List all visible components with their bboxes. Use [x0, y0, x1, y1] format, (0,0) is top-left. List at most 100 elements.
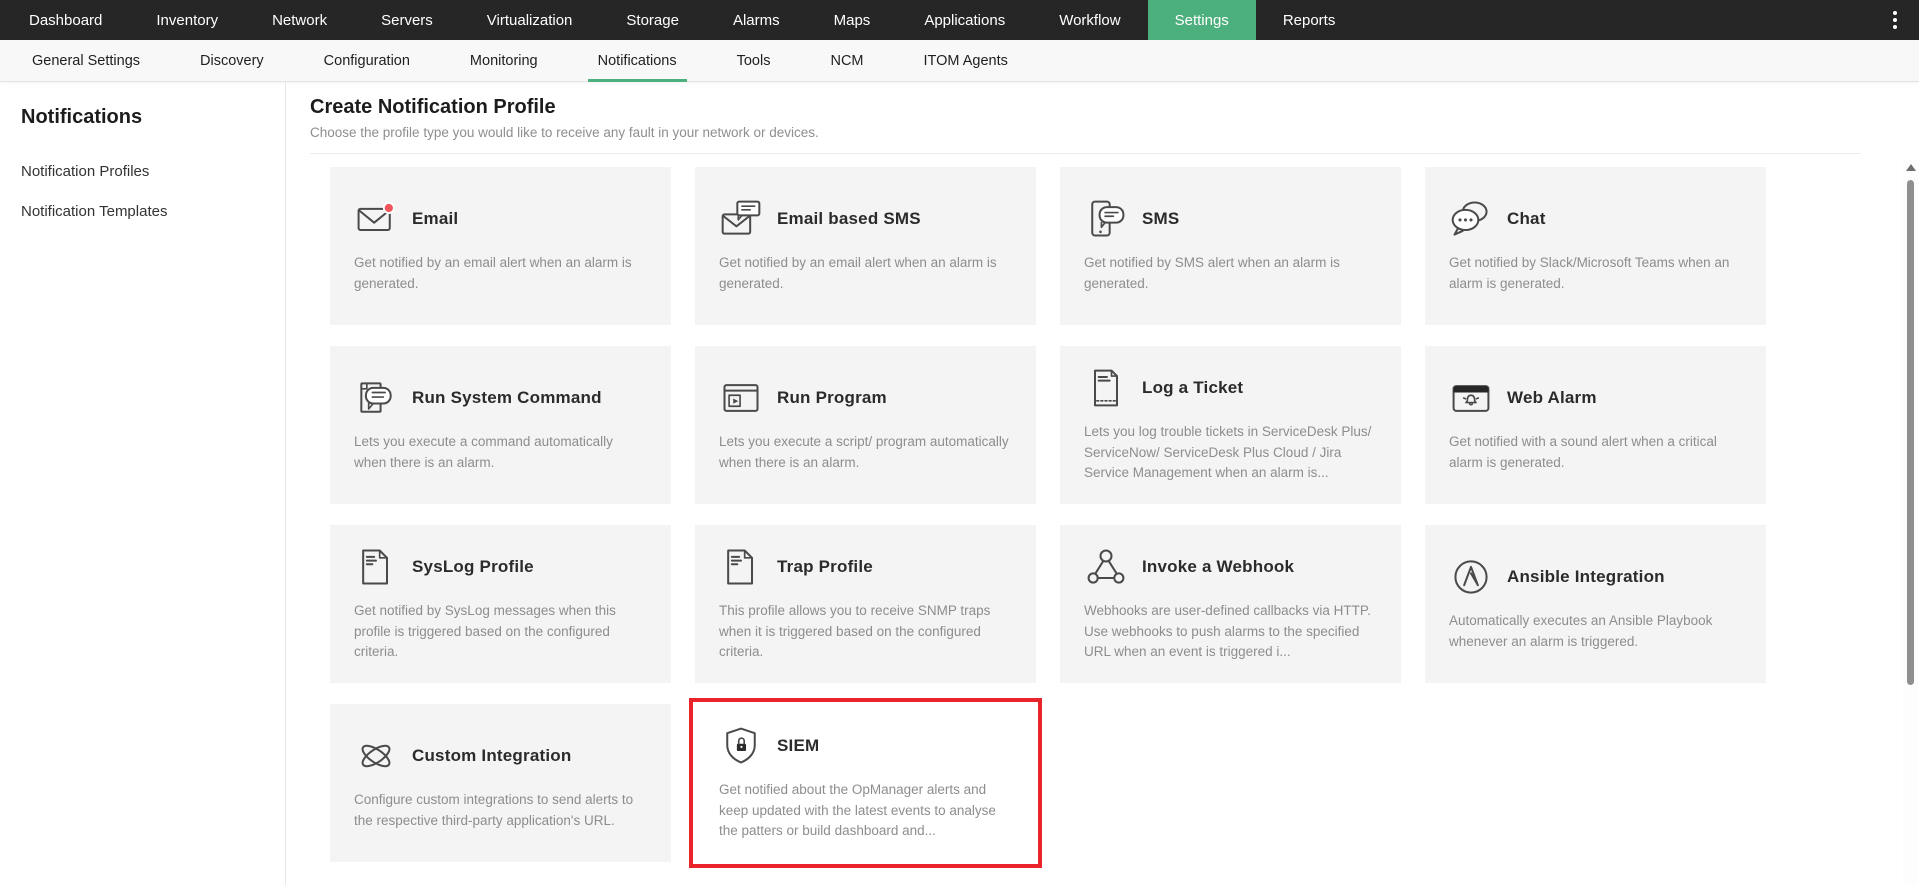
- top-nav-item-workflow[interactable]: Workflow: [1032, 0, 1147, 40]
- card-header: SysLog Profile: [354, 545, 647, 589]
- card-sms[interactable]: SMS Get notified by SMS alert when an al…: [1060, 167, 1401, 325]
- top-nav-item-applications[interactable]: Applications: [897, 0, 1032, 40]
- sub-nav-item-itom-agents[interactable]: ITOM Agents: [894, 40, 1038, 81]
- sms-icon: [1091, 200, 1125, 237]
- top-nav-item-storage[interactable]: Storage: [599, 0, 706, 40]
- scroll-up-arrow-icon[interactable]: [1905, 164, 1916, 171]
- card-chat[interactable]: Chat Get notified by Slack/Microsoft Tea…: [1425, 167, 1766, 325]
- card-description: Lets you execute a script/ program autom…: [719, 434, 1009, 470]
- card-siem[interactable]: SIEM Get notified about the OpManager al…: [689, 698, 1042, 868]
- card-header: Chat: [1449, 197, 1742, 241]
- card-description: Get notified by Slack/Microsoft Teams wh…: [1449, 255, 1730, 291]
- notifications-sidebar: Notifications Notification Profiles Noti…: [0, 82, 286, 885]
- card-run-program[interactable]: Run Program Lets you execute a script/ p…: [695, 346, 1036, 504]
- log-ticket-icon: [1093, 369, 1119, 407]
- card-header: Run Program: [719, 376, 1012, 420]
- card-description: Lets you log trouble tickets in ServiceD…: [1084, 423, 1372, 481]
- trap-icon: [727, 549, 754, 585]
- top-nav-item-label: Inventory: [156, 11, 219, 29]
- top-nav-item-label: Reports: [1282, 11, 1336, 29]
- content-layout: Notifications Notification Profiles Noti…: [0, 82, 1919, 885]
- sub-nav-item-label: Discovery: [200, 52, 264, 69]
- top-nav-item-label: Applications: [924, 11, 1006, 29]
- scrollbar-thumb[interactable]: [1907, 180, 1914, 685]
- top-nav-item-label: Maps: [833, 11, 871, 29]
- page-subtitle: Choose the profile type you would like t…: [310, 125, 819, 140]
- sub-nav-item-discovery[interactable]: Discovery: [170, 40, 294, 81]
- card-description: Get notified by an email alert when an a…: [354, 255, 632, 291]
- card-description: Get notified with a sound alert when a c…: [1449, 434, 1717, 470]
- syslog-icon: [362, 549, 389, 585]
- top-nav-item-label: Dashboard: [29, 11, 103, 29]
- page-title: Create Notification Profile: [310, 96, 556, 118]
- top-nav-item-reports[interactable]: Reports: [1256, 0, 1363, 40]
- sub-nav-item-notifications[interactable]: Notifications: [568, 40, 707, 82]
- top-nav-item-label: Alarms: [732, 11, 780, 29]
- card-email-based-sms[interactable]: Email based SMS Get notified by an email…: [695, 167, 1036, 325]
- card-header: Email based SMS: [719, 197, 1012, 241]
- card-title: Run Program: [777, 388, 887, 408]
- card-title: Web Alarm: [1507, 388, 1597, 408]
- card-title: Run System Command: [412, 388, 602, 408]
- sub-nav-item-tools[interactable]: Tools: [707, 40, 801, 81]
- email-sms-icon: [721, 200, 761, 235]
- top-nav-item-dashboard[interactable]: Dashboard: [2, 0, 129, 40]
- sub-nav-item-label: NCM: [830, 52, 864, 69]
- card-title: Log a Ticket: [1142, 377, 1244, 397]
- sidebar-item-notification-templates[interactable]: Notification Templates: [21, 203, 285, 220]
- sub-nav-item-general-settings[interactable]: General Settings: [2, 40, 170, 81]
- card-run-system-command[interactable]: Run System Command Lets you execute a co…: [330, 346, 671, 504]
- sidebar-item-label: Notification Profiles: [21, 163, 150, 180]
- card-trap-profile[interactable]: Trap Profile This profile allows you to …: [695, 525, 1036, 683]
- card-description: Webhooks are user-defined callbacks via …: [1084, 602, 1371, 660]
- run-system-command-icon: [360, 382, 392, 413]
- top-nav-item-network[interactable]: Network: [245, 0, 354, 40]
- web-alarm-icon: [1452, 385, 1490, 412]
- card-title: Trap Profile: [777, 556, 873, 576]
- top-nav-item-inventory[interactable]: Inventory: [129, 0, 245, 40]
- card-description: Automatically executes an Ansible Playbo…: [1449, 613, 1713, 649]
- sub-nav-item-monitoring[interactable]: Monitoring: [440, 40, 568, 81]
- card-title: SysLog Profile: [412, 556, 534, 576]
- card-ansible-integration[interactable]: Ansible Integration Automatically execut…: [1425, 525, 1766, 683]
- notification-type-grid: Email Get notified by an email alert whe…: [330, 167, 1861, 868]
- top-nav-item-virtualization[interactable]: Virtualization: [460, 0, 600, 40]
- custom-integration-icon: [361, 744, 391, 768]
- sub-nav-item-configuration[interactable]: Configuration: [294, 40, 440, 81]
- card-header: SIEM: [719, 724, 1012, 768]
- kebab-menu-icon[interactable]: [1885, 0, 1905, 40]
- vertical-scrollbar[interactable]: [1903, 160, 1918, 885]
- card-header: Email: [354, 197, 647, 241]
- card-header: Ansible Integration: [1449, 555, 1742, 599]
- sub-nav-item-ncm[interactable]: NCM: [800, 40, 893, 81]
- sub-nav-item-label: ITOM Agents: [923, 52, 1008, 69]
- top-nav-item-label: Settings: [1174, 11, 1229, 29]
- chat-icon: [1451, 201, 1488, 236]
- top-nav-item-maps[interactable]: Maps: [807, 0, 898, 40]
- sub-nav-item-label: Tools: [736, 52, 771, 69]
- card-email[interactable]: Email Get notified by an email alert whe…: [330, 167, 671, 325]
- sidebar-item-notification-profiles[interactable]: Notification Profiles: [21, 163, 285, 180]
- card-header: Web Alarm: [1449, 376, 1742, 420]
- card-title: Email based SMS: [777, 209, 921, 229]
- sub-nav-item-label: Monitoring: [469, 52, 538, 69]
- card-syslog-profile[interactable]: SysLog Profile Get notified by SysLog me…: [330, 525, 671, 683]
- top-nav-item-label: Storage: [626, 11, 679, 29]
- card-invoke-a-webhook[interactable]: Invoke a Webhook Webhooks are user-defin…: [1060, 525, 1401, 683]
- card-header: Invoke a Webhook: [1084, 545, 1377, 589]
- top-nav-item-alarms[interactable]: Alarms: [706, 0, 807, 40]
- card-log-a-ticket[interactable]: Log a Ticket Lets you log trouble ticket…: [1060, 346, 1401, 504]
- card-description: Get notified by SysLog messages when thi…: [354, 602, 616, 660]
- main-content: Create Notification Profile Choose the p…: [286, 82, 1919, 885]
- card-header: Trap Profile: [719, 545, 1012, 589]
- card-description: This profile allows you to receive SNMP …: [719, 602, 991, 660]
- sidebar-title: Notifications: [21, 106, 143, 128]
- card-title: Email: [412, 209, 459, 229]
- top-nav-item-settings[interactable]: Settings: [1147, 0, 1256, 40]
- card-header: Run System Command: [354, 376, 647, 420]
- card-title: Ansible Integration: [1507, 567, 1665, 587]
- card-web-alarm[interactable]: Web Alarm Get notified with a sound aler…: [1425, 346, 1766, 504]
- top-nav-item-servers[interactable]: Servers: [354, 0, 460, 40]
- card-custom-integration[interactable]: Custom Integration Configure custom inte…: [330, 704, 671, 862]
- sub-nav-item-label: General Settings: [32, 52, 141, 69]
